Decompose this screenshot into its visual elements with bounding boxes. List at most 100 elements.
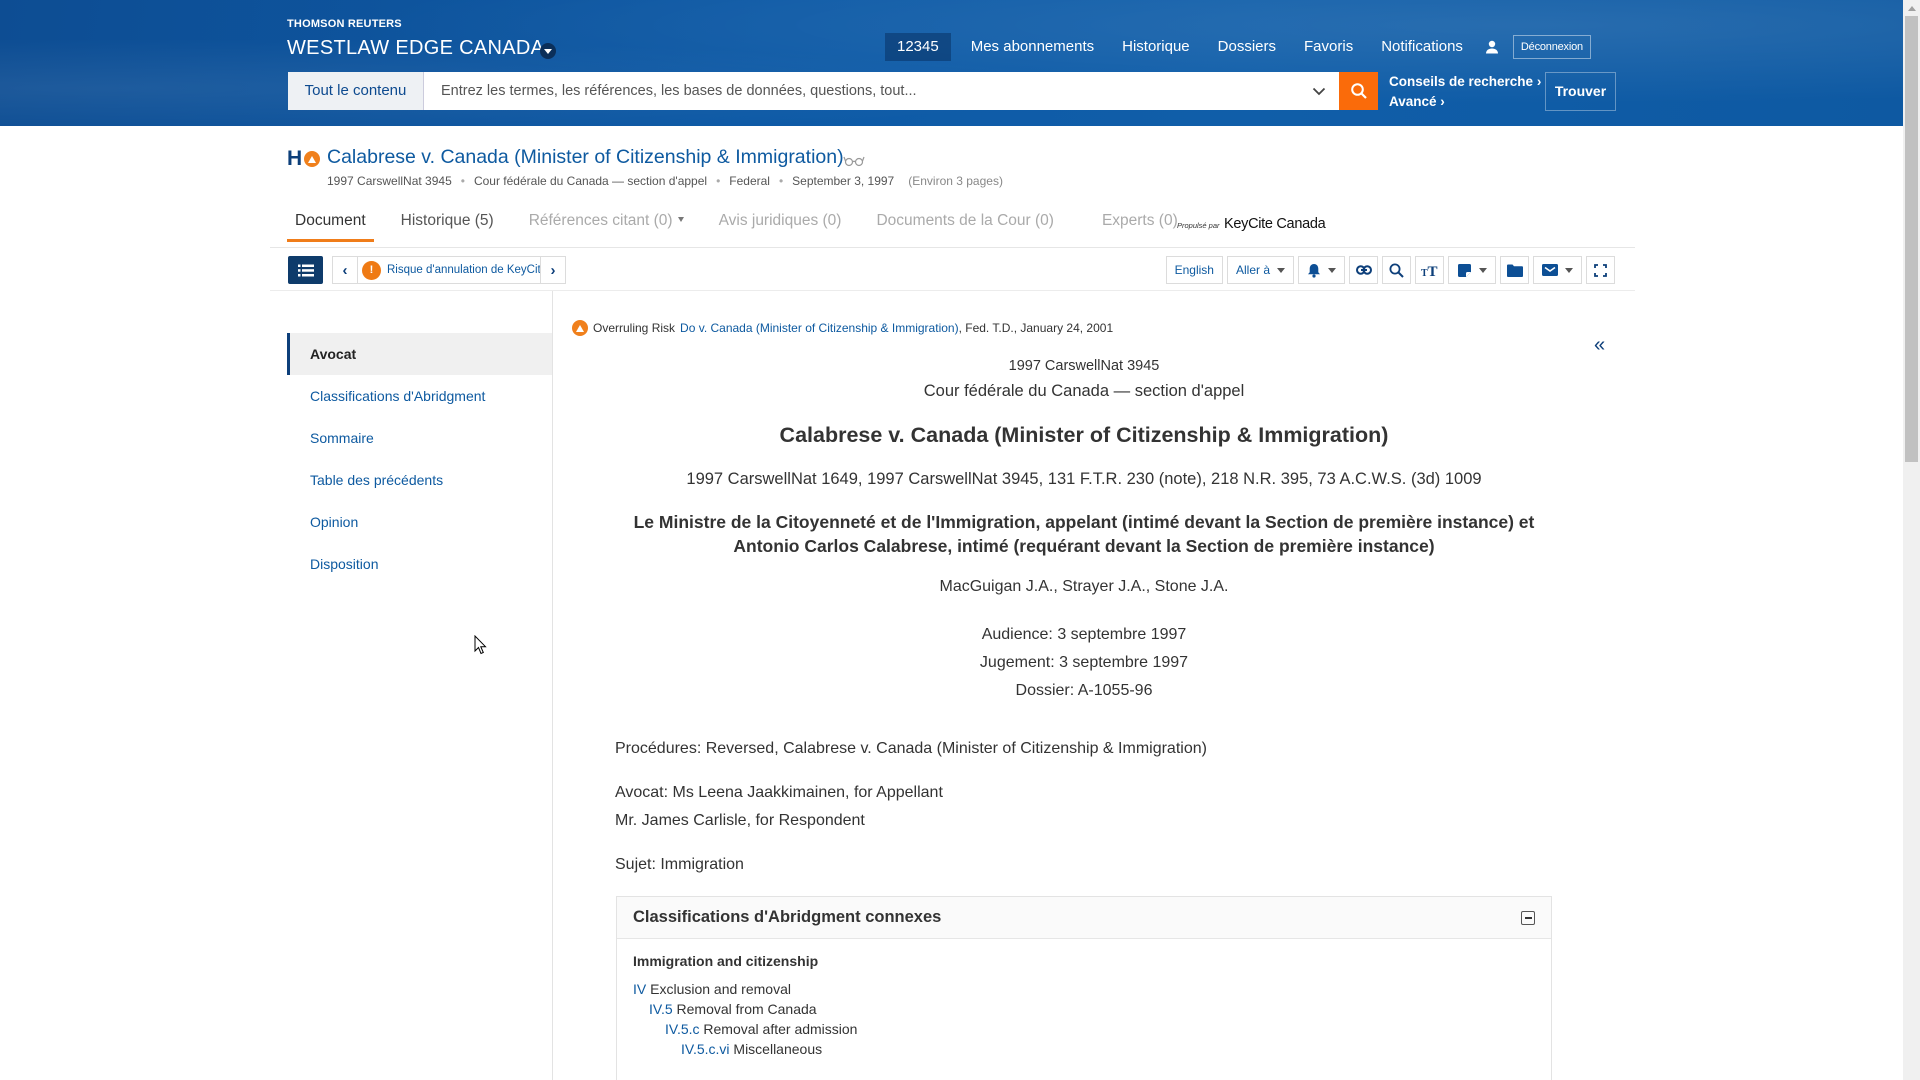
main-search-input[interactable] — [424, 72, 1339, 110]
goto-dropdown[interactable]: Aller à — [1226, 256, 1294, 284]
link-icon — [1355, 265, 1372, 275]
search-button[interactable] — [1339, 72, 1378, 110]
procedural-history: Procédures: Reversed, Calabrese v. Canad… — [615, 740, 1207, 757]
alert-dropdown[interactable] — [1298, 256, 1345, 284]
powered-by-label: Propulsé par — [1177, 221, 1220, 230]
classification-code-link[interactable]: IV.5.c — [665, 1021, 700, 1037]
warning-icon — [572, 320, 588, 336]
text-size-icon: TT — [1421, 264, 1438, 277]
chevron-down-icon — [1328, 267, 1336, 273]
sidebar-item-disposition[interactable]: Disposition — [287, 543, 552, 585]
nav-notifications[interactable]: Notifications — [1367, 33, 1477, 61]
meta-court: Cour fédérale du Canada — section d'appe… — [473, 174, 708, 188]
tab-citing-references[interactable]: Références citant (0) — [521, 208, 692, 242]
table-of-contents-toggle[interactable] — [288, 256, 323, 284]
classification-code-link[interactable]: IV.5.c.vi — [681, 1041, 730, 1057]
tab-label: Documents de la Cour (0) — [876, 212, 1054, 229]
case-citation: 1997 CarswellNat 3945 — [1008, 358, 1160, 374]
abridgment-classifications-panel: Classifications d'Abridgment connexes Im… — [616, 896, 1552, 1080]
case-judges: MacGuigan J.A., Strayer J.A., Stone J.A. — [939, 578, 1229, 595]
overruling-risk-label: Overruling Risk — [593, 321, 676, 335]
account-number[interactable]: 12345 — [885, 33, 951, 61]
warning-icon — [362, 260, 381, 280]
nav-history[interactable]: Historique — [1108, 33, 1204, 61]
classification-code-link[interactable]: IV.5 — [649, 1001, 673, 1017]
search-in-document-button[interactable] — [1382, 256, 1411, 284]
overruling-case-link[interactable]: Do v. Canada (Minister of Citizenship & … — [680, 321, 959, 335]
classification-row: IV Exclusion and removal — [633, 979, 1535, 999]
document-metadata: 1997 CarswellNat 3945 • Cour fédérale du… — [327, 174, 1003, 188]
classification-row: IV.5 Removal from Canada — [633, 999, 1535, 1019]
classification-text: Removal from Canada — [672, 1001, 817, 1017]
nav-favorites[interactable]: Favoris — [1290, 33, 1367, 61]
document-toolbar: English Aller à TT — [1165, 256, 1615, 284]
logout-button[interactable]: Déconnexion — [1512, 35, 1591, 59]
collapse-panel-double-chevron-icon[interactable]: « — [1594, 334, 1605, 357]
judgment-date: Jugement: 3 septembre 1997 — [979, 654, 1189, 671]
panel-header: Classifications d'Abridgment connexes — [617, 897, 1551, 939]
save-to-folder-button[interactable] — [1500, 256, 1529, 284]
keycite-navigator: ‹ Risque d'annulation de KeyCite › — [332, 256, 566, 284]
sidebar-item-sommaire[interactable]: Sommaire — [287, 417, 552, 459]
keycite-brand: KeyCite Canada — [1223, 216, 1326, 232]
fullscreen-button[interactable] — [1586, 256, 1615, 284]
meta-date: September 3, 1997 — [792, 174, 895, 188]
nav-folders[interactable]: Dossiers — [1204, 33, 1290, 61]
text-size-button[interactable]: TT — [1415, 256, 1444, 284]
tab-label: Références citant (0) — [528, 212, 673, 229]
tab-court-documents[interactable]: Documents de la Cour (0) — [868, 208, 1061, 242]
counsel-line: Mr. James Carlisle, for Respondent — [615, 812, 865, 829]
nav-subscriptions[interactable]: Mes abonnements — [957, 33, 1108, 61]
next-flag-button[interactable]: › — [541, 257, 565, 283]
keycite-flags: H — [287, 148, 321, 170]
document-outline-sidebar: Avocat Classifications d'Abridgment Somm… — [287, 333, 552, 585]
tab-label: Experts (0) — [1101, 212, 1178, 229]
language-toggle-button[interactable]: English — [1165, 256, 1223, 284]
sidebar-item-abridgment-classifications[interactable]: Classifications d'Abridgment — [287, 375, 552, 417]
scroll-up-arrow-icon[interactable] — [1903, 0, 1920, 16]
meta-separator: • — [778, 174, 784, 188]
docket-number: Dossier: A-1055-96 — [1015, 682, 1153, 699]
svg-text:T: T — [1427, 264, 1437, 277]
sticky-note-icon — [1458, 263, 1471, 277]
parties-line: Antonio Carlos Calabrese, intimé (requér… — [733, 536, 1435, 556]
classification-text: Miscellaneous — [729, 1041, 823, 1057]
find-button[interactable]: Trouver — [1545, 72, 1616, 111]
bell-icon — [1308, 263, 1320, 278]
tab-legal-opinions[interactable]: Avis juridiques (0) — [711, 208, 850, 242]
sidebar-item-avocat[interactable]: Avocat — [287, 333, 552, 375]
classification-row: IV.5.c Removal after admission — [633, 1019, 1535, 1039]
brand-product-title[interactable]: WESTLAW EDGE CANADA — [287, 37, 544, 60]
case-parties: Le Ministre de la Citoyenneté et de l'Im… — [600, 510, 1568, 558]
counsel: Avocat: Ms Leena Jaakkimainen, for Appel… — [615, 779, 943, 835]
search-dropdown-chevron-icon[interactable] — [1300, 72, 1338, 110]
keycite-flag-selector[interactable]: Risque d'annulation de KeyCite — [357, 257, 541, 283]
magnifier-icon — [1389, 263, 1404, 278]
tab-document[interactable]: Document — [287, 208, 374, 242]
user-profile-icon[interactable] — [1477, 33, 1507, 61]
page-scrollbar-thumb[interactable] — [1905, 16, 1918, 462]
tab-history[interactable]: Historique (5) — [393, 208, 502, 242]
overruling-risk-icon[interactable] — [304, 151, 321, 167]
history-flag-icon[interactable]: H — [287, 148, 302, 170]
meta-page-count: (Environ 3 pages) — [908, 174, 1003, 188]
document-title[interactable]: Calabrese v. Canada (Minister of Citizen… — [327, 146, 844, 169]
annotations-dropdown[interactable] — [1448, 256, 1496, 284]
copy-link-button[interactable] — [1349, 256, 1378, 284]
chevron-down-icon — [677, 217, 684, 222]
tab-experts[interactable]: Experts (0) — [1094, 208, 1186, 242]
glasses-icon[interactable] — [843, 154, 865, 172]
keycite-canada-logo: Propulsé par KeyCite Canada — [1177, 215, 1326, 233]
mouse-cursor-icon — [474, 634, 488, 660]
panel-title: Classifications d'Abridgment connexes — [633, 908, 942, 926]
sidebar-item-opinion[interactable]: Opinion — [287, 501, 552, 543]
classification-code-link[interactable]: IV — [633, 981, 646, 997]
search-scope-selector[interactable]: Tout le contenu — [288, 72, 424, 110]
advanced-search-link[interactable]: Avancé › — [1389, 92, 1541, 112]
collapse-minus-icon[interactable] — [1521, 910, 1535, 925]
sidebar-item-table-of-precedents[interactable]: Table des précédents — [287, 459, 552, 501]
delivery-dropdown[interactable] — [1533, 256, 1582, 284]
previous-flag-button[interactable]: ‹ — [333, 257, 357, 283]
search-tips-link[interactable]: Conseils de recherche › — [1389, 72, 1541, 92]
product-switcher-chevron-icon[interactable] — [540, 43, 556, 59]
